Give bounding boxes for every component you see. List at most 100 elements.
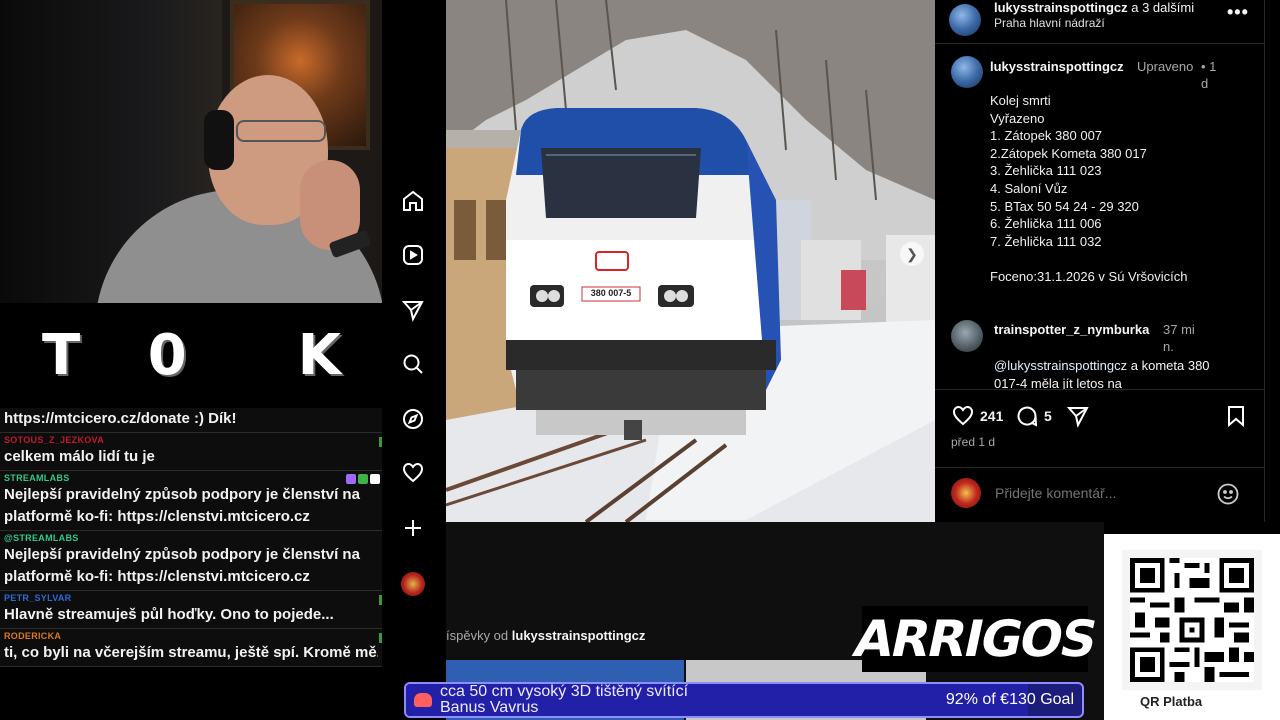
chat-message: SOTOUS_Z_JEZKOVA celkem málo lidí tu je <box>0 433 382 471</box>
chat-message: STREAMLABS Nejlepší pravidelný způsob po… <box>0 471 382 531</box>
post-author-name[interactable]: lukysstrainspottingcz <box>994 0 1128 15</box>
qr-code <box>1122 550 1262 690</box>
share-button[interactable] <box>1066 404 1090 428</box>
post-location[interactable]: Praha hlavní nádraží <box>994 16 1105 30</box>
goal-title-line-1: cca 50 cm vysoký 3D tištěný svítící <box>440 683 689 700</box>
chat-message: https://mtcicero.cz/donate :) Dík! <box>0 408 382 433</box>
chat-message: RODERICKA ti, co byli na včerejším strea… <box>0 629 382 667</box>
more-posts-heading: íspěvky od lukysstrainspottingcz <box>446 628 645 643</box>
post-actions: 241 5 před 1 d <box>935 389 1265 459</box>
sponsor-logo: ARRIGOS <box>849 606 1101 672</box>
qr-label: QR Platba <box>1140 694 1203 709</box>
webcam-glasses <box>236 120 326 142</box>
emoji-icon[interactable] <box>1216 482 1240 506</box>
caption-line: 5. BTax 50 54 24 - 29 320 <box>990 198 1139 214</box>
create-icon[interactable] <box>400 515 426 541</box>
post-comments-area: lukysstrainspottingcz Upraveno • 1 d Kol… <box>935 44 1250 389</box>
comment-button[interactable]: 5 <box>1015 404 1052 428</box>
verified-badge-icon <box>358 474 368 484</box>
chat-username[interactable]: @STREAMLABS <box>4 533 378 544</box>
post-age: před 1 d <box>951 435 996 449</box>
moderator-badge-icon <box>346 474 356 484</box>
sponsor-brand: ARRIGOS <box>848 610 1102 668</box>
author-avatar[interactable] <box>949 4 981 36</box>
chat-username[interactable]: RODERICKA <box>4 631 378 642</box>
instagram-sidebar <box>382 0 446 720</box>
caption-time: • 1 d <box>1201 59 1217 91</box>
post-author[interactable]: lukysstrainspottingcz a 3 dalšími <box>994 0 1194 15</box>
heart-icon <box>952 405 974 426</box>
bot-badge-icon <box>370 474 380 484</box>
more-posts-user[interactable]: lukysstrainspottingcz <box>512 628 646 643</box>
chat-message: PETR_SYLVAR Hlavně streamuješ půl hoďky.… <box>0 591 382 629</box>
bookmark-icon <box>1228 406 1244 428</box>
goal-progress-label: 92% of €130 Goal <box>945 691 1074 708</box>
more-options-icon[interactable]: ••• <box>1227 2 1249 23</box>
caption-line: 4. Saloní Vůz <box>990 180 1068 196</box>
reels-icon[interactable] <box>400 242 426 268</box>
chat-message-text: Nejlepší pravidelný způsob podpory je čl… <box>4 546 360 585</box>
explore-icon[interactable] <box>400 406 426 432</box>
caption-line <box>990 250 1188 268</box>
add-comment-bar <box>935 467 1265 522</box>
donation-goal-bar: cca 50 cm vysoký 3D tištěný svítící Banu… <box>404 682 1084 718</box>
chat-badges <box>346 474 380 484</box>
post-coauthors[interactable]: a 3 dalšími <box>1128 0 1194 15</box>
caption-avatar[interactable] <box>951 56 983 88</box>
webcam-feed <box>0 0 382 303</box>
comment-count: 5 <box>1044 408 1052 424</box>
carousel-next-button[interactable]: ❯ <box>900 242 924 266</box>
caption-line: 6. Žehlička 111 006 <box>990 216 1102 232</box>
save-button[interactable] <box>1224 404 1248 428</box>
chat-username[interactable]: PETR_SYLVAR <box>4 593 378 604</box>
chat-message-text: ti, co byli na včerejším streamu, ještě … <box>4 644 378 661</box>
goal-title-line-2: Banus Vavrus <box>440 699 539 716</box>
caption-edited-label: Upraveno <box>1137 59 1194 74</box>
caption-author[interactable]: lukysstrainspottingcz <box>990 58 1130 75</box>
comment-time: 37 min. <box>1163 322 1195 354</box>
notifications-icon[interactable] <box>400 460 426 486</box>
comment-icon <box>1017 406 1038 427</box>
chat-message-text: Nejlepší pravidelný způsob podpory je čl… <box>4 486 360 525</box>
chat-username[interactable]: STREAMLABS <box>4 473 378 484</box>
locomotive-photo-illustration <box>446 0 935 522</box>
caption-line: Foceno:31.1.2026 v Sú Vršovicích <box>990 268 1188 284</box>
caption-line: 2.Zátopek Kometa 380 017 <box>990 145 1147 161</box>
commenter-name[interactable]: trainspotter_z_nymburka <box>994 321 1169 338</box>
post-header: lukysstrainspottingcz a 3 dalšími Praha … <box>935 0 1265 44</box>
comment-mention[interactable]: @lukysstrainspottingcz <box>994 358 1127 373</box>
post-details-panel: lukysstrainspottingcz a 3 dalšími Praha … <box>935 0 1265 522</box>
qr-code-image <box>1130 558 1254 682</box>
stream-chat: https://mtcicero.cz/donate :) Dík! SOTOU… <box>0 408 382 720</box>
current-user-avatar <box>951 478 981 508</box>
comment-input[interactable] <box>995 485 1195 501</box>
locomotive-plate: 380 007-5 <box>590 288 632 298</box>
search-icon[interactable] <box>400 351 426 377</box>
post-photo[interactable]: 380 007-5 ❯ <box>446 0 935 522</box>
qr-payment: QR Platba <box>1104 534 1280 720</box>
chat-message-text: Hlavně streamuješ půl hoďky. Ono to poje… <box>4 606 334 623</box>
home-icon[interactable] <box>400 188 426 214</box>
heart-icon <box>414 693 432 707</box>
more-posts-prefix: íspěvky od <box>446 628 512 643</box>
chat-message: @STREAMLABS Nejlepší pravidelný způsob p… <box>0 531 382 591</box>
like-count: 241 <box>980 408 1004 424</box>
chat-message-text: https://mtcicero.cz/donate :) Dík! <box>4 410 237 427</box>
webcam-headset <box>204 110 234 170</box>
caption-line: 1. Zátopek 380 007 <box>990 128 1103 144</box>
chat-message-text: celkem málo lidí tu je <box>4 448 155 465</box>
messages-icon[interactable] <box>400 297 426 323</box>
chevron-right-icon: ❯ <box>906 245 918 262</box>
caption-line: Kolej smrti <box>990 93 1051 108</box>
goal-title: cca 50 cm vysoký 3D tištěný svítící Banu… <box>440 684 688 716</box>
like-button[interactable]: 241 <box>951 404 1003 428</box>
profile-avatar[interactable] <box>401 572 425 596</box>
caption-line: Vyřazeno <box>990 110 1045 126</box>
caption-line: 7. Žehlička 111 032 <box>990 233 1102 249</box>
commenter-avatar[interactable] <box>951 320 983 352</box>
chat-username[interactable]: SOTOUS_Z_JEZKOVA <box>4 435 378 446</box>
caption-line: 3. Žehlička 111 023 <box>990 163 1102 179</box>
caption-text: Kolej smrti Vyřazeno 1. Zátopek 380 007 … <box>990 92 1188 286</box>
share-icon <box>1066 407 1089 428</box>
counter-panel: T 0 K 34 <box>0 303 510 408</box>
